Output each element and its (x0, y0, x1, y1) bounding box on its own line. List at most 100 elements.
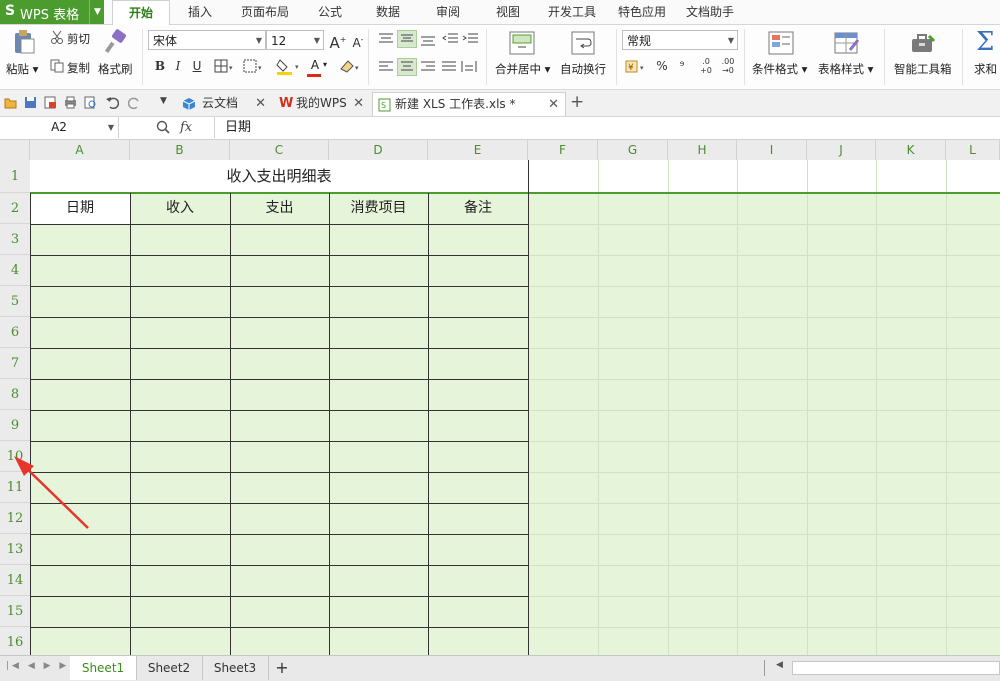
wrap-text-icon[interactable] (571, 31, 595, 55)
sheet-tab-sheet2[interactable]: Sheet2 (136, 656, 203, 680)
decrease-font-button[interactable]: A- (348, 31, 368, 50)
new-tab-plus-icon[interactable]: + (570, 92, 584, 112)
sum-icon[interactable]: Σ (976, 27, 994, 57)
close-icon[interactable]: ✕ (255, 92, 266, 115)
decrease-decimal-button[interactable]: .00 →0 (718, 57, 738, 75)
column-header[interactable]: D (329, 140, 428, 160)
percent-button[interactable]: % (652, 57, 672, 75)
row-header[interactable]: 8 (0, 379, 30, 410)
row-header[interactable]: 7 (0, 348, 30, 379)
merge-center-button[interactable]: 合并居中 ▾ (495, 61, 550, 77)
column-header[interactable]: J (807, 140, 876, 160)
tab-home[interactable]: 开始 (112, 0, 170, 27)
close-icon[interactable]: ✕ (548, 93, 559, 116)
row-header[interactable]: 9 (0, 410, 30, 441)
currency-icon[interactable]: ¥ ▾ (625, 58, 651, 76)
copy-icon[interactable] (50, 59, 64, 73)
align-center-button[interactable] (397, 58, 417, 76)
column-header[interactable]: E (428, 140, 528, 160)
tab-page-layout[interactable]: 页面布局 (236, 0, 294, 24)
doc-tab-cloud[interactable]: 云文档 ✕ (176, 92, 272, 115)
conditional-format-button[interactable]: 条件格式 ▾ (752, 61, 807, 77)
row-header[interactable]: 1 (0, 160, 30, 193)
chevron-down-icon[interactable]: ▾ (323, 60, 327, 69)
cut-button[interactable]: 剪切 (67, 31, 90, 47)
scissors-icon[interactable] (50, 30, 64, 44)
toolbox-icon[interactable] (910, 32, 936, 54)
table-title[interactable]: 收入支出明细表 (30, 160, 528, 193)
column-header[interactable]: A (30, 140, 130, 160)
copy-button[interactable]: 复制 (67, 60, 90, 76)
sheet-tab-sheet3[interactable]: Sheet3 (202, 656, 269, 680)
font-size-select[interactable]: 12 ▼ (266, 30, 324, 50)
chevron-down-icon[interactable]: ▼ (89, 0, 105, 24)
wrap-text-button[interactable]: 自动换行 (560, 61, 606, 77)
zoom-search-icon[interactable] (156, 120, 170, 135)
app-menu-button[interactable]: S WPS 表格 ▼ (0, 0, 104, 24)
decrease-indent-icon[interactable] (442, 31, 460, 47)
formula-input[interactable]: 日期 (214, 117, 1000, 138)
column-header[interactable]: F (528, 140, 598, 160)
tab-special-apps[interactable]: 特色应用 (612, 0, 672, 24)
row-header[interactable]: 5 (0, 286, 30, 317)
row-header[interactable]: 4 (0, 255, 30, 286)
print-preview-icon[interactable] (84, 96, 97, 109)
tab-formulas[interactable]: 公式 (310, 0, 350, 24)
table-style-button[interactable]: 表格样式 ▾ (818, 61, 873, 77)
column-header[interactable]: B (130, 140, 230, 160)
add-sheet-button[interactable]: + (270, 656, 294, 680)
merge-center-icon[interactable] (509, 31, 535, 55)
close-icon[interactable]: ✕ (353, 92, 364, 115)
doc-tab-active-workbook[interactable]: S 新建 XLS 工作表.xls * ✕ (372, 92, 566, 116)
number-format-select[interactable]: 常规 ▼ (622, 30, 738, 50)
tab-insert[interactable]: 插入 (180, 0, 220, 24)
fill-color-icon[interactable]: ▾ (276, 56, 302, 76)
select-all-corner[interactable] (0, 140, 30, 160)
align-bottom-icon[interactable] (419, 31, 437, 47)
row-header[interactable]: 6 (0, 317, 30, 348)
header-cell-category[interactable]: 消费项目 (329, 193, 428, 224)
open-folder-icon[interactable] (4, 96, 17, 109)
header-cell-notes[interactable]: 备注 (428, 193, 528, 224)
sheet-tab-sheet1[interactable]: Sheet1 (70, 656, 137, 680)
tab-data[interactable]: 数据 (368, 0, 408, 24)
increase-indent-icon[interactable] (462, 31, 480, 47)
align-right-icon[interactable] (419, 59, 437, 75)
conditional-format-icon[interactable] (768, 31, 794, 55)
format-painter-icon[interactable] (104, 29, 128, 55)
print-icon[interactable] (64, 96, 77, 109)
column-header[interactable]: C (230, 140, 329, 160)
tab-doc-assistant[interactable]: 文档助手 (680, 0, 740, 24)
sheet-nav-arrows-icon[interactable]: |◀ ◀ ▶ ▶| (6, 661, 75, 671)
tab-developer[interactable]: 开发工具 (542, 0, 602, 24)
font-color-button[interactable]: A (305, 56, 325, 74)
column-header[interactable]: G (598, 140, 668, 160)
row-header[interactable]: 15 (0, 596, 30, 627)
justify-icon[interactable] (440, 59, 458, 75)
increase-decimal-button[interactable]: .0 +0 (696, 57, 716, 75)
redo-icon[interactable] (128, 96, 141, 109)
column-header[interactable]: L (946, 140, 1000, 160)
customize-quick-access-icon[interactable]: ▼ (160, 96, 167, 106)
horizontal-scrollbar[interactable] (792, 661, 1000, 675)
row-header[interactable]: 2 (0, 193, 30, 224)
column-header[interactable]: K (876, 140, 946, 160)
underline-button[interactable]: U (187, 57, 207, 75)
spreadsheet-grid[interactable]: A B C D E F G H I J K L 1 2 3 4 5 6 7 8 … (0, 140, 1000, 655)
increase-font-button[interactable]: A+ (328, 31, 348, 52)
fill-grid-icon[interactable]: ▾ (243, 58, 265, 74)
borders-icon[interactable]: ▾ (214, 58, 236, 74)
name-box[interactable]: A2 ▼ (0, 117, 119, 138)
font-name-select[interactable]: 宋体 ▼ (148, 30, 266, 50)
distributed-align-icon[interactable] (460, 59, 478, 75)
align-top-icon[interactable] (377, 31, 395, 47)
doc-tab-my-wps[interactable]: W 我的WPS ✕ (274, 92, 370, 115)
column-header[interactable]: I (737, 140, 807, 160)
insert-function-button[interactable]: fx (180, 117, 206, 138)
header-cell-date[interactable]: 日期 (30, 193, 130, 224)
header-cell-income[interactable]: 收入 (130, 193, 230, 224)
save-icon[interactable] (24, 96, 37, 109)
sum-button[interactable]: 求和 (974, 61, 997, 77)
undo-icon[interactable] (106, 96, 119, 109)
table-style-icon[interactable] (834, 30, 860, 56)
